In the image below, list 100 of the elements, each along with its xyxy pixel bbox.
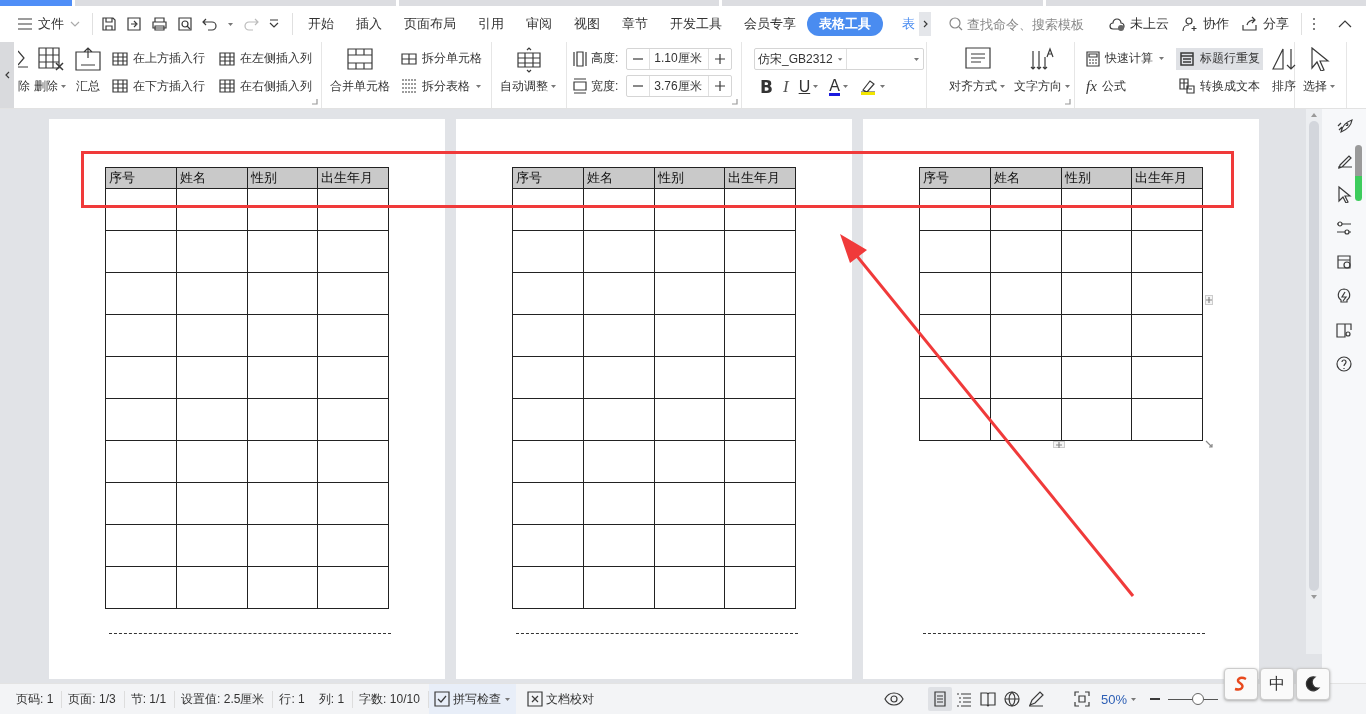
- customize-icon[interactable]: [268, 19, 280, 29]
- sliders-icon[interactable]: [1335, 219, 1353, 237]
- repeat-header-button[interactable]: 标题行重复: [1176, 47, 1263, 70]
- undo-icon[interactable]: [202, 16, 218, 32]
- export-icon[interactable]: [126, 16, 142, 32]
- cloud-icon: [1108, 16, 1126, 32]
- italic-button[interactable]: I: [782, 76, 789, 97]
- collapse-icon[interactable]: [1338, 20, 1352, 28]
- lightning-icon[interactable]: [1335, 287, 1353, 305]
- resize-handle-icon[interactable]: [1205, 440, 1213, 448]
- ribbon-tab[interactable]: 视图: [563, 12, 611, 36]
- table-cell: [654, 566, 725, 609]
- column-header: 姓名: [990, 167, 1061, 189]
- store-icon[interactable]: [1335, 253, 1353, 271]
- sort-button[interactable]: 排序: [1267, 42, 1301, 108]
- help-icon[interactable]: [1335, 355, 1353, 373]
- print-preview-icon[interactable]: [177, 16, 193, 32]
- align-button[interactable]: 对齐方式: [945, 42, 1010, 108]
- meter-bar: [1355, 145, 1362, 201]
- table-cell: [317, 524, 389, 567]
- ime-logo-icon[interactable]: [1224, 668, 1258, 700]
- caret-icon: [878, 84, 886, 90]
- ribbon-tab[interactable]: 开发工具: [659, 12, 733, 36]
- ribbon-tab[interactable]: 开始: [297, 12, 345, 36]
- table-cell: [105, 482, 177, 525]
- book-search-icon[interactable]: [1335, 321, 1353, 339]
- file-menu-button[interactable]: 文件: [14, 11, 84, 37]
- eye-icon[interactable]: [883, 692, 904, 706]
- ribbon-tab[interactable]: 会员专享: [733, 12, 807, 36]
- font-color-button[interactable]: A: [829, 77, 849, 96]
- width-spinner[interactable]: 3.76厘米: [626, 75, 733, 98]
- zoom-dropdown[interactable]: 50%: [1095, 684, 1142, 714]
- auto-fit-button[interactable]: 自动调整: [496, 42, 561, 108]
- insert-column-left-button[interactable]: 在左侧插入列: [216, 47, 315, 70]
- merge-cells-button[interactable]: 合并单元格: [326, 42, 394, 108]
- proofread-button[interactable]: 文档校对: [521, 684, 599, 714]
- insert-row-below-button[interactable]: 在下方插入行: [109, 75, 208, 98]
- insert-row-above-button[interactable]: 在上方插入行: [109, 47, 208, 70]
- text-direction-icon: [1029, 47, 1056, 71]
- text-direction-button[interactable]: 文字方向: [1010, 42, 1075, 108]
- convert-to-text-button[interactable]: 转换成文本: [1176, 75, 1263, 98]
- ribbon-tab[interactable]: 插入: [345, 12, 393, 36]
- table-cell: [317, 398, 389, 441]
- vertical-scrollbar[interactable]: [1306, 109, 1322, 654]
- ribbon-tab[interactable]: 章节: [611, 12, 659, 36]
- scroll-up-icon[interactable]: [1311, 113, 1317, 117]
- bold-button[interactable]: B: [760, 76, 773, 97]
- chevron-down-icon: [70, 21, 80, 27]
- split-table-button[interactable]: 拆分表格: [398, 75, 485, 98]
- ribbon-tab[interactable]: 引用: [467, 12, 515, 36]
- summary-button[interactable]: 汇总: [71, 42, 105, 108]
- underline-button[interactable]: U: [798, 77, 820, 96]
- minus-icon[interactable]: [633, 57, 644, 60]
- table-cell: [1131, 398, 1203, 441]
- share-icon: [1241, 16, 1259, 32]
- cursor-icon[interactable]: [1335, 185, 1353, 203]
- page-view-icon: [931, 691, 948, 707]
- add-row-button[interactable]: [1053, 441, 1065, 448]
- table-cell: [1061, 272, 1132, 315]
- toolbar-action[interactable]: 协作: [1181, 15, 1229, 33]
- insert-column-right-button[interactable]: 在右侧插入列: [216, 75, 315, 98]
- toolbar-action[interactable]: 未上云: [1108, 15, 1169, 33]
- table-cell: [1061, 230, 1132, 273]
- formula-button[interactable]: fx 公式: [1083, 75, 1168, 98]
- scroll-down-icon[interactable]: [1311, 595, 1317, 599]
- table-cell: [105, 230, 177, 273]
- table-cell: [1061, 398, 1132, 441]
- ime-moon-button[interactable]: [1296, 668, 1330, 700]
- save-icon[interactable]: [101, 16, 117, 32]
- height-spinner[interactable]: 1.10厘米: [626, 47, 733, 70]
- more-tabs-button[interactable]: [919, 12, 931, 36]
- search-field[interactable]: 查找命令、搜索模板: [949, 16, 1089, 32]
- quick-calc-button[interactable]: 快速计算: [1083, 47, 1168, 70]
- ribbon-tab[interactable]: 审阅: [515, 12, 563, 36]
- spell-check-button[interactable]: 拼写检查: [428, 684, 516, 714]
- table-cell: [724, 314, 796, 357]
- table-cell: [583, 398, 654, 441]
- table-cell: [176, 356, 247, 399]
- ime-mode-button[interactable]: 中: [1260, 668, 1294, 700]
- table-cell: [317, 188, 389, 231]
- ribbon-tab[interactable]: 表: [883, 12, 919, 36]
- fit-page-icon[interactable]: [1073, 691, 1090, 707]
- minus-icon[interactable]: [633, 85, 644, 88]
- caret-icon: [227, 21, 234, 27]
- plus-icon[interactable]: [715, 53, 726, 64]
- add-column-button[interactable]: [1205, 295, 1213, 305]
- delete-table-button[interactable]: 删除: [30, 42, 71, 108]
- ribbon-tab[interactable]: 页面布局: [393, 12, 467, 36]
- highlight-button[interactable]: [858, 78, 886, 95]
- select-button[interactable]: 选择: [1299, 42, 1340, 108]
- plus-icon[interactable]: [715, 81, 726, 92]
- column-header: 序号: [512, 167, 584, 189]
- delete-button[interactable]: 除: [18, 42, 30, 108]
- split-cells-button[interactable]: 拆分单元格: [398, 47, 485, 70]
- table-cell: [317, 314, 389, 357]
- toolbar-action[interactable]: 分享: [1241, 15, 1289, 33]
- more-icon[interactable]: [1312, 17, 1316, 31]
- rocket-icon[interactable]: [1335, 117, 1353, 135]
- print-icon[interactable]: [151, 16, 168, 32]
- status-text: 页码: 1: [10, 690, 63, 708]
